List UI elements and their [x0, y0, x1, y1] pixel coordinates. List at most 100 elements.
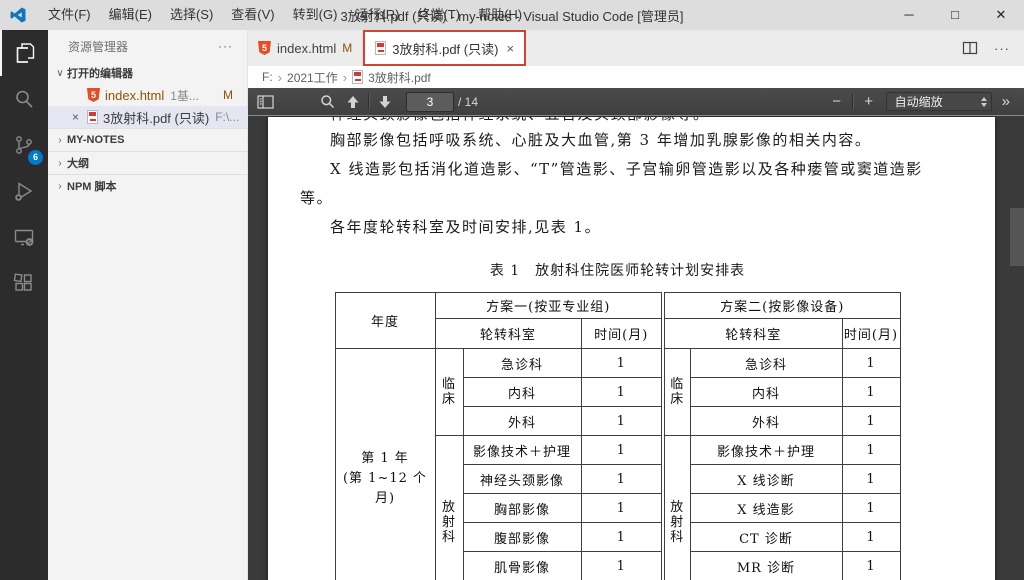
previous-page-icon[interactable] — [340, 89, 366, 114]
scrollbar-thumb[interactable] — [1010, 208, 1024, 266]
table-cell: 肌骨影像 — [462, 551, 582, 580]
source-control-icon[interactable]: 6 — [0, 122, 48, 168]
pdf-file-icon — [375, 41, 387, 55]
open-editors-label: 打开的编辑器 — [67, 68, 133, 80]
split-editor-icon[interactable] — [962, 40, 978, 56]
tab-pdf[interactable]: 3放射科.pdf (只读) × — [363, 30, 527, 66]
zoom-in-icon[interactable]: + — [856, 89, 882, 114]
html5-file-icon: 5 — [258, 41, 271, 55]
zoom-out-icon[interactable]: − — [824, 89, 850, 114]
search-icon[interactable] — [0, 76, 48, 122]
section-label: 大纲 — [67, 158, 89, 170]
toolbar-overflow-icon[interactable]: » — [1002, 93, 1010, 110]
file-name: index.html — [105, 87, 165, 103]
tab-index-html[interactable]: 5 index.html M — [248, 30, 364, 66]
table-cell: 神经头颈影像 — [462, 464, 582, 494]
table-cell: 1 — [580, 493, 664, 523]
table-cell: 1 — [580, 435, 664, 465]
pdf-toolbar: / 14 − + 自动缩放 » — [248, 88, 1024, 116]
table-cell: 1 — [841, 377, 901, 407]
col-header-dept1: 轮转科室 — [434, 318, 582, 349]
breadcrumb-item-drive[interactable]: F: — [262, 70, 273, 84]
next-page-icon[interactable] — [372, 89, 398, 114]
table-cell: 腹部影像 — [462, 522, 582, 552]
breadcrumb: F: › 2021工作 › 3放射科.pdf — [248, 66, 1024, 88]
sidebar-section-outline[interactable]: › 大纲 — [48, 151, 247, 174]
breadcrumb-item-file[interactable]: 3放射科.pdf — [368, 69, 431, 86]
table-cell: CT 诊断 — [689, 522, 843, 552]
page-count-label: / 14 — [458, 94, 479, 109]
open-editor-item-pdf[interactable]: × 3放射科.pdf (只读) F:\... — [48, 106, 247, 128]
table-cell: MR 诊断 — [689, 551, 843, 580]
pdf-search-icon[interactable] — [314, 89, 340, 114]
activity-bar: 6 — [0, 30, 48, 580]
html5-file-icon: 5 — [87, 88, 100, 102]
col-header-time1: 时间(月) — [580, 318, 664, 349]
table-cell: 1 — [841, 406, 901, 436]
toggle-sidebar-icon[interactable] — [252, 89, 278, 114]
sidebar-section-npm-scripts[interactable]: › NPM 脚本 — [48, 174, 247, 197]
breadcrumb-item-folder[interactable]: 2021工作 — [287, 69, 338, 86]
window-title: 3放射科.pdf (只读) - my-notes - Visual Studio… — [340, 8, 684, 24]
table-cell: 外科 — [462, 406, 582, 436]
tab-label: index.html — [277, 40, 337, 56]
sidebar-more-actions-icon[interactable]: ··· — [218, 39, 233, 53]
close-button[interactable]: ✕ — [978, 0, 1024, 30]
table-cell: 内科 — [689, 377, 843, 407]
section-label: NPM 脚本 — [67, 181, 117, 193]
page-number-input[interactable] — [406, 91, 454, 112]
table-cell: 外科 — [689, 406, 843, 436]
close-icon[interactable]: × — [506, 41, 514, 56]
table-cell: 1 — [580, 522, 664, 552]
run-debug-icon[interactable] — [0, 168, 48, 214]
menu-selection[interactable]: 选择(S) — [161, 0, 222, 30]
menu-view[interactable]: 查看(V) — [222, 0, 283, 30]
close-icon[interactable]: × — [72, 110, 87, 124]
group-clinical-2: 临床 — [661, 348, 691, 436]
table-cell: 急诊科 — [689, 348, 843, 378]
table-cell: 1 — [580, 406, 664, 436]
vscode-logo-icon — [10, 7, 26, 23]
zoom-mode-value: 自动缩放 — [894, 95, 943, 109]
table-title: 表 1 放射科住院医师轮转计划安排表 — [489, 263, 746, 279]
year-cell: 第 1 年 (第 1~12 个月) — [334, 348, 436, 580]
chevron-right-icon: › — [58, 180, 62, 192]
select-arrows-icon — [980, 96, 987, 107]
pdf-viewer[interactable]: 神经头颈影像包括神经系统、五官及头颈部影像等。 胸部影像包括呼吸系统、心脏及大血… — [248, 116, 1024, 580]
minimize-button[interactable]: ─ — [886, 0, 932, 30]
col-header-scheme1: 方案一(按亚专业组) — [434, 292, 664, 319]
table-cell: 内科 — [462, 377, 582, 407]
explorer-icon[interactable] — [0, 30, 48, 76]
menu-go[interactable]: 转到(G) — [284, 0, 347, 30]
menu-file[interactable]: 文件(F) — [39, 0, 100, 30]
chevron-right-icon: › — [277, 69, 283, 85]
chevron-right-icon: › — [58, 157, 62, 169]
table-cell: 1 — [580, 377, 664, 407]
rotation-plan-table: 年度 方案一(按亚专业组) 方案二(按影像设备) 轮转科室 时间(月) 轮转科室… — [334, 292, 901, 580]
open-editors-header[interactable]: ∨ 打开的编辑器 — [48, 62, 247, 84]
git-modified-badge: M — [342, 41, 353, 55]
table-cell: 1 — [841, 435, 901, 465]
open-editor-item-index-html[interactable]: 5 index.html 1基... M — [48, 84, 247, 106]
editor-more-actions-icon[interactable]: ··· — [994, 41, 1010, 56]
maximize-button[interactable]: □ — [932, 0, 978, 30]
tab-bar: 5 index.html M 3放射科.pdf (只读) × ··· — [248, 30, 1024, 66]
extensions-icon[interactable] — [0, 260, 48, 306]
group-radiology-2: 放射科 — [661, 435, 691, 580]
col-header-dept2: 轮转科室 — [661, 318, 843, 349]
table-cell: 1 — [841, 348, 901, 378]
table-cell: 影像技术＋护理 — [689, 435, 843, 465]
table-cell: 1 — [580, 551, 664, 580]
explorer-sidebar: 资源管理器 ··· ∨ 打开的编辑器 5 index.html 1基... M … — [48, 30, 248, 580]
remote-explorer-icon[interactable] — [0, 214, 48, 260]
table-cell: 胸部影像 — [462, 493, 582, 523]
table-cell: 1 — [841, 464, 901, 494]
table-cell: X 线诊断 — [689, 464, 843, 494]
pdf-file-icon — [352, 70, 364, 84]
zoom-mode-select[interactable]: 自动缩放 — [885, 92, 992, 111]
file-description: F:\... — [215, 110, 240, 124]
sidebar-section-my-notes[interactable]: › MY-NOTES — [48, 128, 247, 151]
pdf-paragraph: 各年度轮转科室及时间安排,见表 1。 — [330, 218, 602, 236]
vscode-window: 文件(F) 编辑(E) 选择(S) 查看(V) 转到(G) 运行(R) 终端(T… — [0, 0, 1024, 580]
menu-edit[interactable]: 编辑(E) — [100, 0, 161, 30]
